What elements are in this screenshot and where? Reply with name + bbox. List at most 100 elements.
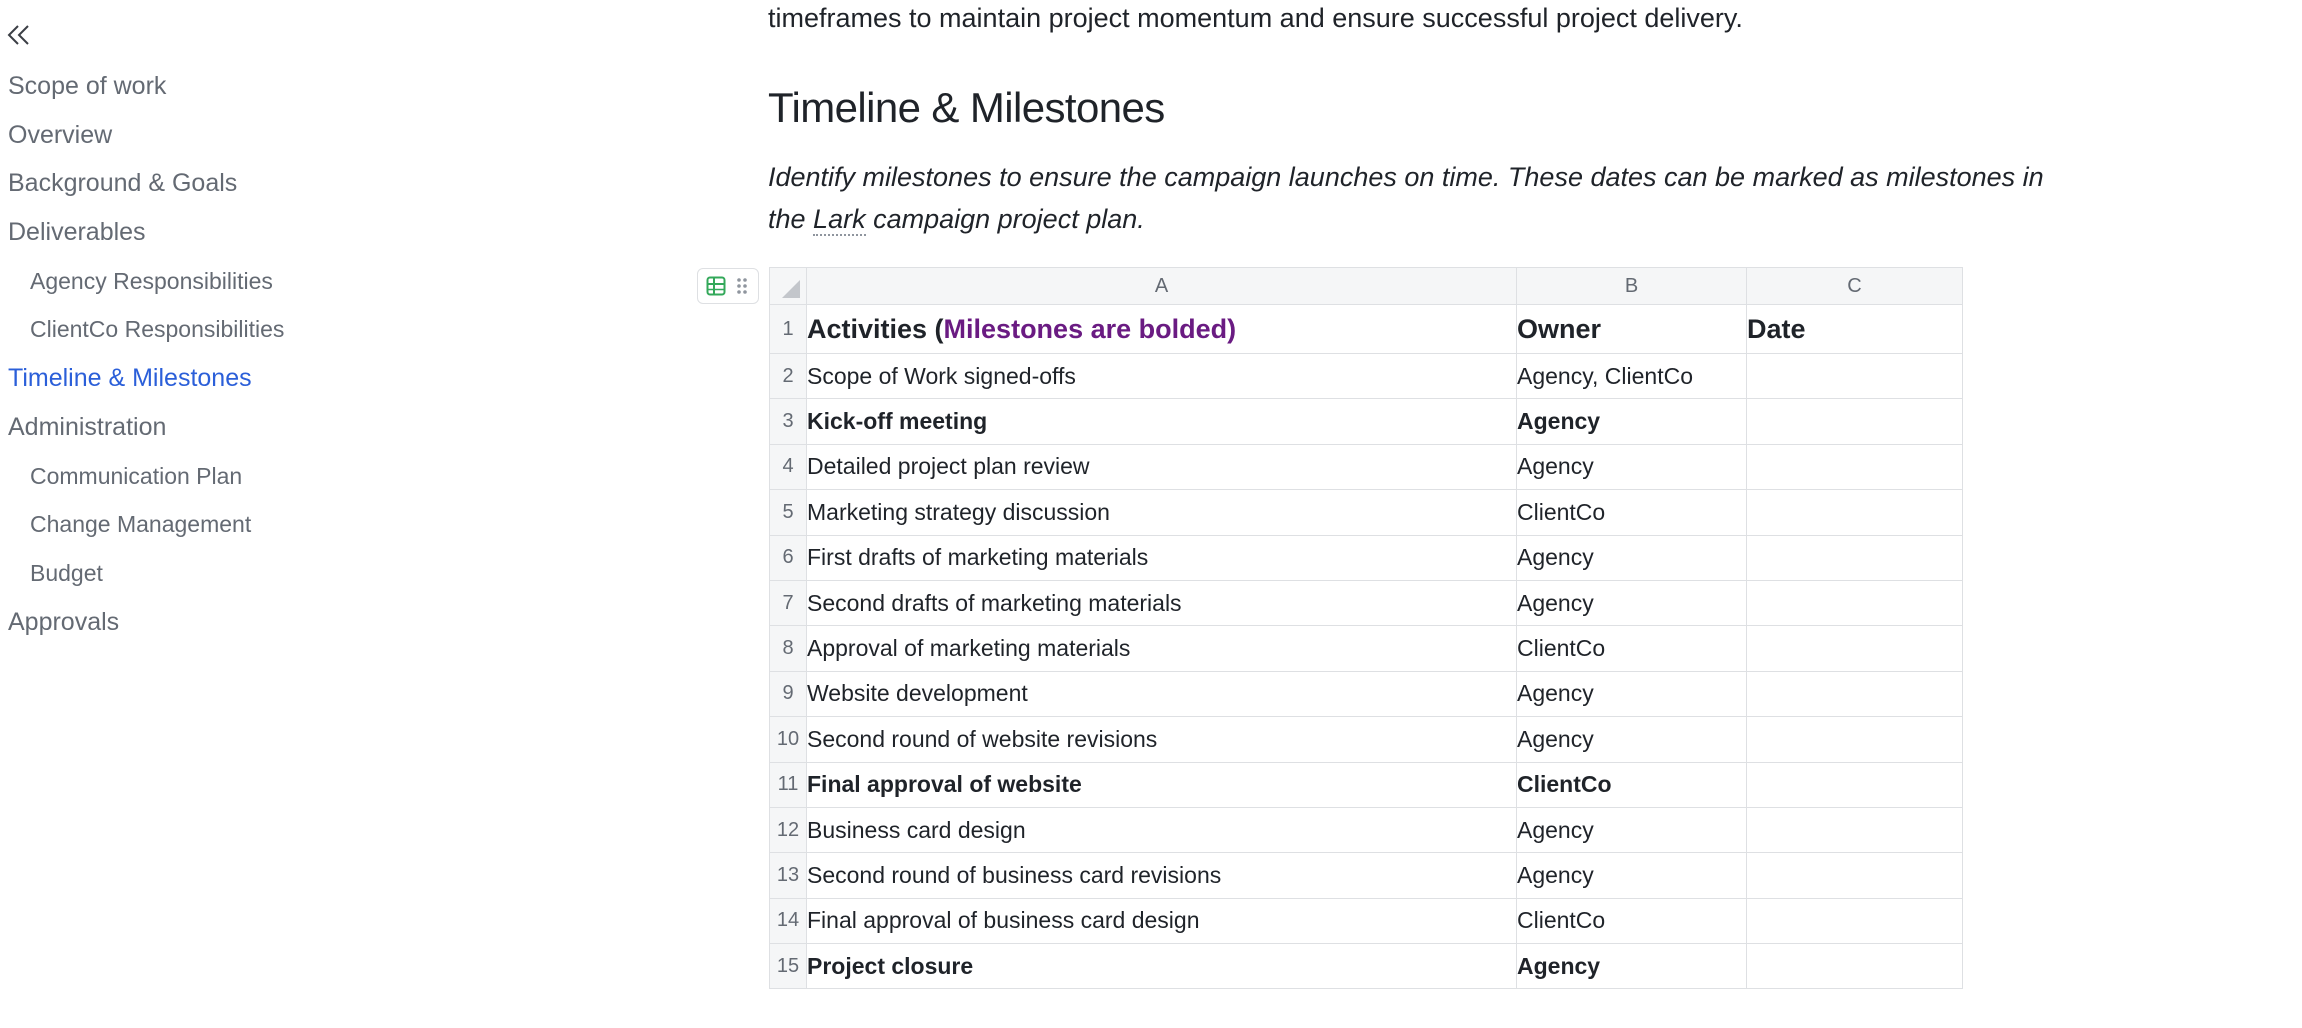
outline-item-approvals[interactable]: Approvals [0,598,284,647]
row-number[interactable]: 7 [769,579,807,627]
cell-owner[interactable]: Agency [1516,398,1747,445]
cell-activity[interactable]: Scope of Work signed-offs [806,352,1517,400]
embedded-sheet: A B C 1 Activities (Milestones are bolde… [769,267,1963,990]
cell-activity[interactable]: Final approval of website [806,761,1517,808]
cell-owner[interactable]: Agency [1516,443,1747,491]
table-grid-icon[interactable] [706,276,726,296]
table-header-row: 1 Activities (Milestones are bolded) Own… [769,304,1963,354]
cell-date[interactable] [1746,625,1963,672]
cell-date[interactable] [1746,761,1963,808]
row-number[interactable]: 13 [769,852,807,899]
cell-date[interactable] [1746,670,1963,718]
description-text-end: campaign project plan. [865,204,1145,234]
cell-owner[interactable]: ClientCo [1516,625,1747,672]
outline-item-budget[interactable]: Budget [0,549,284,598]
row-number[interactable]: 8 [769,625,807,672]
cell-activity[interactable]: Detailed project plan review [806,443,1517,491]
row-number[interactable]: 1 [769,304,807,354]
cell-activities-header[interactable]: Activities (Milestones are bolded) [806,304,1517,354]
cell-activity[interactable]: Second round of website revisions [806,716,1517,763]
column-header-b[interactable]: B [1516,267,1747,305]
cell-date[interactable] [1746,352,1963,400]
row-number[interactable]: 14 [769,897,807,945]
outline-item-scope-of-work[interactable]: Scope of work [0,62,284,111]
cell-owner[interactable]: Agency [1516,806,1747,854]
outline-item-overview[interactable]: Overview [0,111,284,160]
cell-date-header[interactable]: Date [1746,304,1963,354]
sheet-block-toolbar [697,268,759,304]
paragraph-text: timeframes to maintain project momentum … [768,3,1743,33]
column-header-a[interactable]: A [806,267,1517,305]
outline-item-communication-plan[interactable]: Communication Plan [0,452,284,501]
cell-activity[interactable]: Business card design [806,806,1517,854]
cell-activity[interactable]: Second drafts of marketing materials [806,579,1517,627]
outline-item-agency-responsibilities[interactable]: Agency Responsibilities [0,257,284,306]
table-row: 9 Website development Agency [769,670,1963,718]
activities-header-label: Activities ( [807,313,944,344]
select-all-corner-icon [782,280,800,298]
table-row: 13 Second round of business card revision… [769,852,1963,899]
cell-owner-header[interactable]: Owner [1516,304,1747,354]
row-number[interactable]: 5 [769,489,807,536]
outline-item-administration[interactable]: Administration [0,403,284,452]
cell-date[interactable] [1746,579,1963,627]
row-number[interactable]: 3 [769,398,807,445]
double-chevron-left-icon [7,25,29,45]
cell-owner[interactable]: ClientCo [1516,761,1747,808]
cell-owner[interactable]: Agency [1516,943,1747,990]
milestone-note: Milestones are bolded) [943,313,1237,344]
row-number[interactable]: 15 [769,943,807,990]
cell-date[interactable] [1746,534,1963,581]
cell-activity[interactable]: Website development [806,670,1517,718]
cell-owner[interactable]: Agency [1516,579,1747,627]
cell-activity[interactable]: Project closure [806,943,1517,990]
cell-activity[interactable]: Kick-off meeting [806,398,1517,445]
table-row: 6 First drafts of marketing materials Agen… [769,534,1963,581]
outline-item-clientco-responsibilities[interactable]: ClientCo Responsibilities [0,305,284,354]
cell-date[interactable] [1746,852,1963,899]
table-row: 4 Detailed project plan review Agency [769,443,1963,491]
row-number[interactable]: 9 [769,670,807,718]
cell-activity[interactable]: First drafts of marketing materials [806,534,1517,581]
cell-owner[interactable]: Agency [1516,716,1747,763]
table-row: 2 Scope of Work signed-offs Agency, Client… [769,352,1963,400]
cell-date[interactable] [1746,716,1963,763]
cell-date[interactable] [1746,943,1963,990]
table-row: 7 Second drafts of marketing materials Age… [769,579,1963,627]
row-number[interactable]: 12 [769,806,807,854]
outline-list: Scope of work Overview Background & Goals D… [0,62,284,646]
cell-owner[interactable]: ClientCo [1516,489,1747,536]
row-number[interactable]: 6 [769,534,807,581]
drag-handle-icon[interactable] [732,276,752,296]
outline-item-timeline-milestones[interactable]: Timeline & Milestones [0,354,284,403]
table-row: 8 Approval of marketing materials ClientCo [769,625,1963,672]
outline-item-change-management[interactable]: Change Management [0,500,284,549]
outline-item-deliverables[interactable]: Deliverables [0,208,284,257]
cell-date[interactable] [1746,443,1963,491]
cell-date[interactable] [1746,398,1963,445]
lark-spellcheck-word[interactable]: Lark [813,204,866,236]
row-number[interactable]: 4 [769,443,807,491]
cell-activity[interactable]: Marketing strategy discussion [806,489,1517,536]
cell-date[interactable] [1746,897,1963,945]
table-row: 14 Final approval of business card design… [769,897,1963,945]
cell-owner[interactable]: Agency [1516,534,1747,581]
cell-date[interactable] [1746,489,1963,536]
cell-activity[interactable]: Second round of business card revisions [806,852,1517,899]
column-header-c[interactable]: C [1746,267,1963,305]
row-number[interactable]: 2 [769,352,807,400]
section-heading: Timeline & Milestones [768,84,1165,131]
cell-activity[interactable]: Final approval of business card design [806,897,1517,945]
cell-owner[interactable]: Agency [1516,670,1747,718]
cell-date[interactable] [1746,806,1963,854]
row-number[interactable]: 10 [769,716,807,763]
cell-owner[interactable]: Agency, ClientCo [1516,352,1747,400]
outline-item-background-goals[interactable]: Background & Goals [0,159,284,208]
cell-activity[interactable]: Approval of marketing materials [806,625,1517,672]
cell-owner[interactable]: Agency [1516,852,1747,899]
collapse-outline-button[interactable] [4,20,34,50]
table-row: 10 Second round of website revisions Agenc… [769,716,1963,763]
row-number[interactable]: 11 [769,761,807,808]
select-all-corner[interactable] [769,267,807,305]
cell-owner[interactable]: ClientCo [1516,897,1747,945]
